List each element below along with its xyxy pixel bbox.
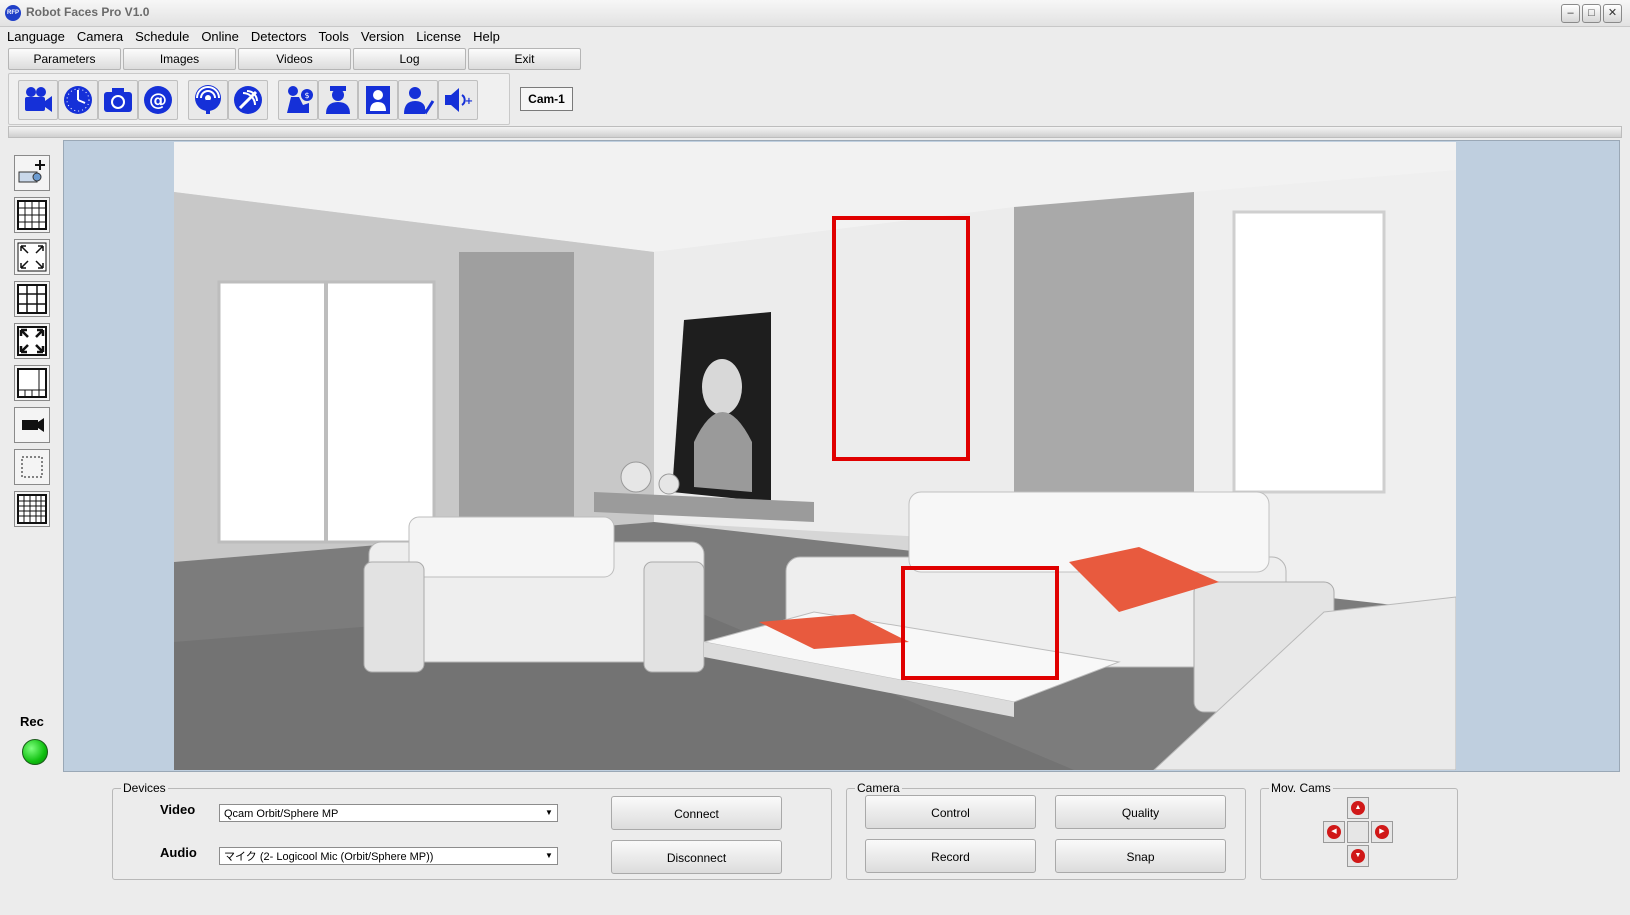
- record-button[interactable]: Record: [865, 839, 1036, 873]
- svg-text:$: $: [304, 91, 309, 100]
- menu-language[interactable]: Language: [2, 27, 70, 47]
- grid-4x4-icon[interactable]: [14, 197, 50, 233]
- close-icon[interactable]: ✕: [1603, 4, 1622, 23]
- snap-button[interactable]: Snap: [1055, 839, 1226, 873]
- bottom-panel: Devices Video Qcam Orbit/Sphere MP ▼ Aud…: [0, 776, 1630, 915]
- minimize-icon[interactable]: –: [1561, 4, 1580, 23]
- camera-group: Camera Control Quality Record Snap: [846, 781, 1246, 880]
- user-check-icon[interactable]: [398, 80, 438, 120]
- living-room-feed-image: [174, 142, 1456, 770]
- arrow-left-icon: ◀: [1327, 825, 1341, 839]
- audio-label: Audio: [160, 845, 197, 860]
- video-camera-icon[interactable]: [18, 80, 58, 120]
- videos-button[interactable]: Videos: [238, 48, 351, 70]
- pan-down-button[interactable]: ▼: [1347, 845, 1369, 867]
- title-bar: RFP Robot Faces Pro V1.0 – □ ✕: [0, 0, 1630, 27]
- email-icon[interactable]: @: [138, 80, 178, 120]
- detection-box: [901, 566, 1059, 680]
- arrow-right-icon: ▶: [1375, 825, 1389, 839]
- connect-button[interactable]: Connect: [611, 796, 782, 830]
- exit-button[interactable]: Exit: [468, 48, 581, 70]
- devices-group: Devices Video Qcam Orbit/Sphere MP ▼ Aud…: [112, 781, 832, 880]
- menu-bar: Language Camera Schedule Online Detector…: [0, 27, 505, 47]
- video-device-select[interactable]: Qcam Orbit/Sphere MP ▼: [219, 804, 558, 822]
- video-label: Video: [160, 802, 196, 817]
- detection-box: [832, 216, 970, 461]
- window-title: Robot Faces Pro V1.0: [26, 5, 150, 19]
- arrow-down-icon: ▼: [1351, 849, 1365, 863]
- devices-title: Devices: [121, 781, 168, 795]
- quality-button[interactable]: Quality: [1055, 795, 1226, 829]
- control-button[interactable]: Control: [865, 795, 1036, 829]
- thief-icon[interactable]: $: [278, 80, 318, 120]
- menu-online[interactable]: Online: [196, 27, 244, 47]
- camera-feed: [174, 142, 1456, 770]
- audio-device-select[interactable]: マイク (2- Logicool Mic (Orbit/Sphere MP)) …: [219, 847, 558, 865]
- parameters-button[interactable]: Parameters: [8, 48, 121, 70]
- menu-version[interactable]: Version: [356, 27, 409, 47]
- disconnect-button[interactable]: Disconnect: [611, 840, 782, 874]
- rec-label: Rec: [20, 714, 44, 729]
- progress-strip: [8, 126, 1622, 138]
- mov-cams-title: Mov. Cams: [1269, 781, 1333, 795]
- camera-label: Cam-1: [520, 87, 573, 111]
- broadcast-icon[interactable]: [188, 80, 228, 120]
- pan-up-button[interactable]: ▲: [1347, 797, 1369, 819]
- chevron-down-icon[interactable]: ▼: [541, 805, 557, 821]
- maximize-icon[interactable]: □: [1582, 4, 1601, 23]
- grid-layout-icon[interactable]: [14, 365, 50, 401]
- multi-grid-icon[interactable]: [14, 491, 50, 527]
- schedule-clock-icon[interactable]: [58, 80, 98, 120]
- menu-license[interactable]: License: [411, 27, 466, 47]
- video-viewport[interactable]: [63, 140, 1620, 772]
- menu-help[interactable]: Help: [468, 27, 505, 47]
- fullscreen-icon[interactable]: [14, 239, 50, 275]
- speaker-plus-icon[interactable]: +: [438, 80, 478, 120]
- grid-3x3-icon[interactable]: [14, 281, 50, 317]
- audio-device-value: マイク (2- Logicool Mic (Orbit/Sphere MP)): [224, 851, 434, 863]
- nav-bar: Parameters Images Videos Log Exit: [8, 48, 581, 70]
- video-device-value: Qcam Orbit/Sphere MP: [224, 808, 339, 820]
- fullscreen-bold-icon[interactable]: [14, 323, 50, 359]
- arrow-up-icon: ▲: [1351, 801, 1365, 815]
- menu-detectors[interactable]: Detectors: [246, 27, 312, 47]
- selection-icon[interactable]: [14, 449, 50, 485]
- pan-left-button[interactable]: ◀: [1323, 821, 1345, 843]
- images-button[interactable]: Images: [123, 48, 236, 70]
- chevron-down-icon[interactable]: ▼: [541, 848, 557, 864]
- photo-camera-icon[interactable]: [98, 80, 138, 120]
- app-logo-icon: RFP: [5, 5, 21, 21]
- user-icon[interactable]: [358, 80, 398, 120]
- svg-text:+: +: [465, 96, 473, 107]
- menu-tools[interactable]: Tools: [314, 27, 354, 47]
- rec-status-indicator: [22, 739, 48, 765]
- menu-camera[interactable]: Camera: [72, 27, 128, 47]
- window-controls: – □ ✕: [1561, 4, 1622, 23]
- pan-right-button[interactable]: ▶: [1371, 821, 1393, 843]
- satellite-icon[interactable]: [228, 80, 268, 120]
- police-icon[interactable]: [318, 80, 358, 120]
- log-button[interactable]: Log: [353, 48, 466, 70]
- icon-toolbar: @ $ +: [8, 73, 510, 125]
- mov-cams-group: Mov. Cams ▲ ◀ ▶ ▼: [1260, 781, 1458, 880]
- menu-schedule[interactable]: Schedule: [130, 27, 194, 47]
- add-camera-icon[interactable]: [14, 155, 50, 191]
- pan-center-button[interactable]: [1347, 821, 1369, 843]
- svg-text:@: @: [149, 90, 167, 111]
- camera-side-icon[interactable]: [14, 407, 50, 443]
- left-tool-panel: [8, 140, 63, 772]
- camera-title: Camera: [855, 781, 902, 795]
